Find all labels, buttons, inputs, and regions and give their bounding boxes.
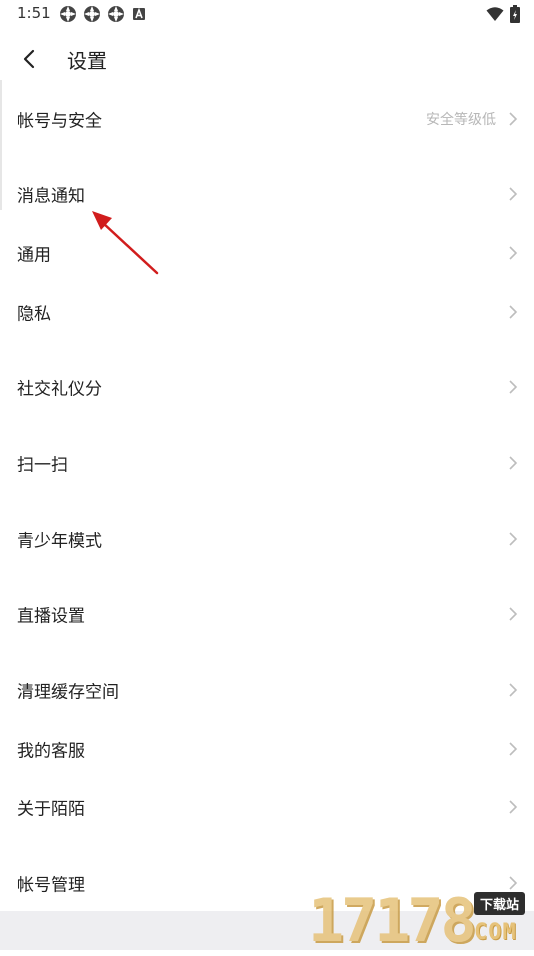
watermark-digits: 17178 [308,886,477,956]
chevron-right-icon [509,800,518,814]
app-icon [60,6,76,22]
chevron-right-icon [509,187,518,201]
item-label: 清理缓存空间 [17,682,119,703]
settings-item-scan[interactable]: 扫一扫 [0,438,534,488]
status-right-icons [486,5,520,23]
settings-item-account-security[interactable]: 帐号与安全 安全等级低 [0,94,534,144]
notification-icons [59,5,147,23]
item-label: 我的客服 [17,741,85,762]
security-level-value: 安全等级低 [426,112,496,128]
page-title: 设置 [67,49,107,73]
settings-item-notifications[interactable]: 消息通知 [0,169,534,219]
settings-item-live-settings[interactable]: 直播设置 [0,589,534,639]
chevron-right-icon [509,380,518,394]
header: 设置 [0,34,534,84]
wifi-icon [486,7,504,21]
settings-item-privacy[interactable]: 隐私 [0,287,534,337]
settings-item-about[interactable]: 关于陌陌 [0,782,534,832]
status-time: 1:51 [17,4,51,22]
item-label: 社交礼仪分 [17,379,102,400]
item-label: 青少年模式 [17,531,102,552]
chevron-right-icon [509,246,518,260]
app-icon [84,6,100,22]
chevron-right-icon [509,683,518,697]
chevron-right-icon [509,742,518,756]
settings-item-customer-service[interactable]: 我的客服 [0,724,534,774]
item-label: 直播设置 [17,606,85,627]
item-label: 帐号与安全 [17,111,102,132]
settings-item-teen-mode[interactable]: 青少年模式 [0,514,534,564]
status-bar: 1:51 [0,0,534,28]
watermark-tag: 下载站 [474,892,526,915]
item-label: 帐号管理 [17,875,85,896]
app-icon [108,6,124,22]
watermark-suffix: COM [474,920,517,945]
battery-icon [510,5,520,23]
chevron-left-icon [23,49,35,69]
watermark-logo: 17178 下载站 COM [308,886,534,956]
item-label: 通用 [17,245,51,266]
chevron-right-icon [509,305,518,319]
chevron-right-icon [509,532,518,546]
item-label: 扫一扫 [17,455,68,476]
a-icon [133,7,145,20]
chevron-right-icon [509,456,518,470]
chevron-right-icon [509,112,518,126]
item-label: 隐私 [17,304,51,325]
settings-item-social-etiquette[interactable]: 社交礼仪分 [0,362,534,412]
settings-item-clear-cache[interactable]: 清理缓存空间 [0,665,534,715]
chevron-right-icon [509,607,518,621]
item-label: 消息通知 [17,186,85,207]
item-label: 关于陌陌 [17,799,85,820]
back-button[interactable] [14,44,48,74]
settings-item-general[interactable]: 通用 [0,228,534,278]
